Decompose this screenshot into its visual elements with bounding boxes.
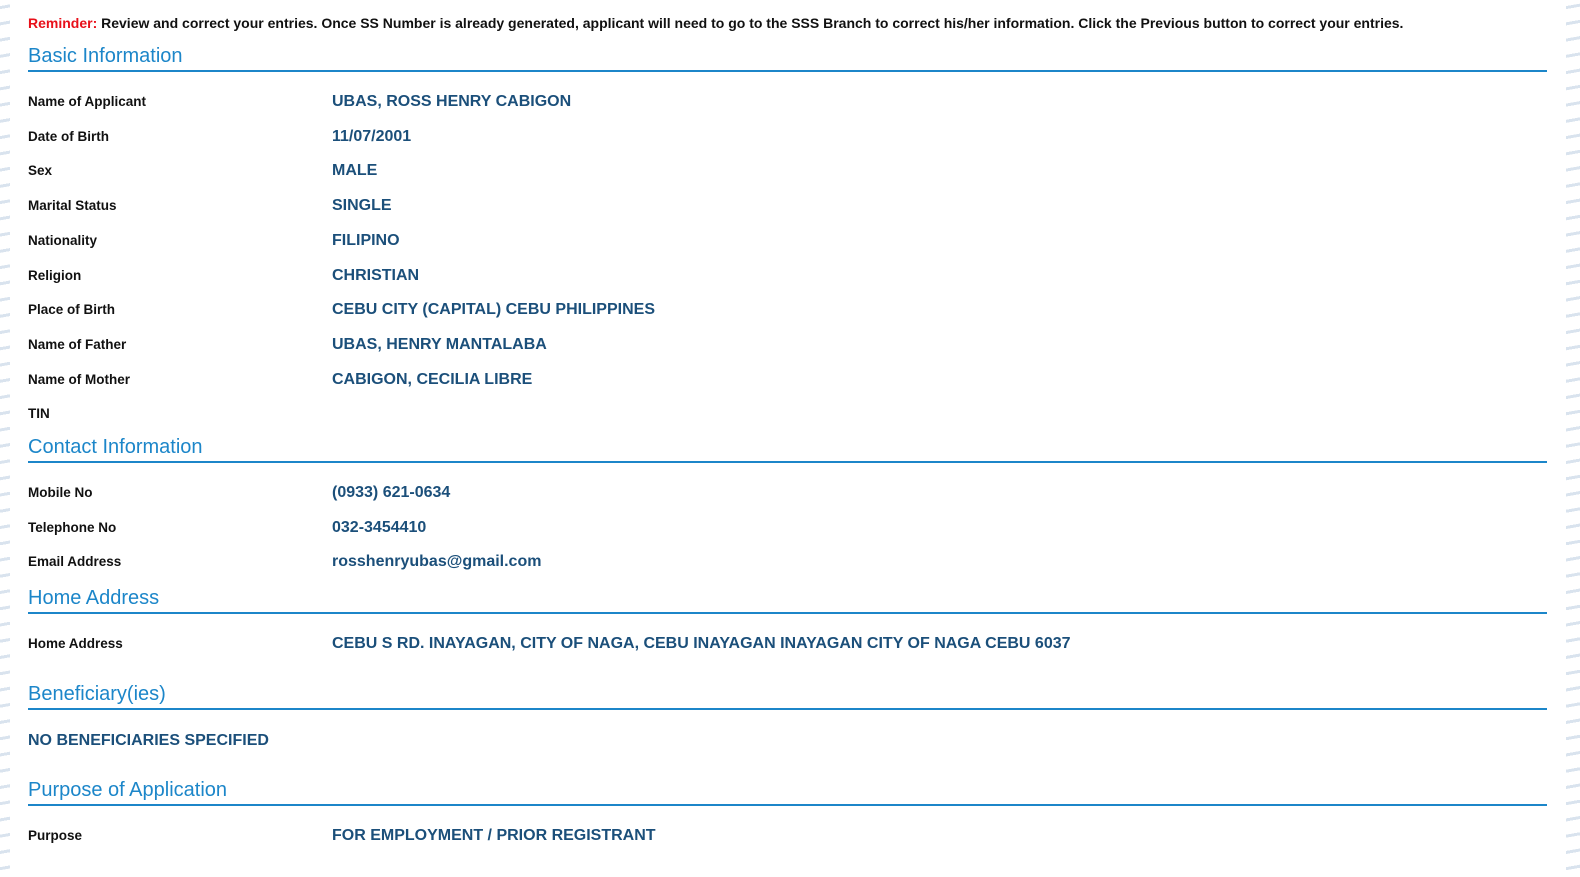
field-label: Religion (28, 268, 82, 283)
field-label: Name of Applicant (28, 94, 147, 109)
field-value: rosshenryubas@gmail.com (332, 553, 542, 570)
field-value: FOR EMPLOYMENT / PRIOR REGISTRANT (332, 827, 656, 844)
field-value: CHRISTIAN (332, 267, 420, 284)
field-label: Place of Birth (28, 302, 116, 317)
no-beneficiaries-text: NO BENEFICIARIES SPECIFIED (28, 732, 269, 749)
field-value: 032-3454410 (332, 519, 427, 536)
field-label: Email Address (28, 554, 122, 569)
field-label: Name of Father (28, 337, 127, 352)
field-row-nationality: Nationality FILIPINO (28, 230, 1547, 252)
section-title-contact-information: Contact Information (28, 435, 1547, 463)
field-label: Sex (28, 163, 53, 178)
field-row-date-of-birth: Date of Birth 11/07/2001 (28, 126, 1547, 148)
section-title-beneficiaries: Beneficiary(ies) (28, 682, 1547, 710)
reminder-notice: Reminder: Review and correct your entrie… (28, 15, 1403, 31)
field-row-purpose: Purpose FOR EMPLOYMENT / PRIOR REGISTRAN… (28, 825, 1547, 847)
field-value: SINGLE (332, 197, 392, 214)
field-label: Nationality (28, 233, 98, 248)
field-label: Telephone No (28, 520, 117, 535)
left-decorative-border (0, 0, 10, 877)
field-row-marital-status: Marital Status SINGLE (28, 195, 1547, 217)
field-value: UBAS, ROSS HENRY CABIGON (332, 93, 572, 110)
field-row-name-of-applicant: Name of Applicant UBAS, ROSS HENRY CABIG… (28, 91, 1547, 113)
section-title-purpose-of-application: Purpose of Application (28, 778, 1547, 806)
field-row-name-of-father: Name of Father UBAS, HENRY MANTALABA (28, 334, 1547, 356)
field-row-religion: Religion CHRISTIAN (28, 265, 1547, 287)
field-row-mobile-no: Mobile No (0933) 621-0634 (28, 482, 1547, 504)
field-row-sex: Sex MALE (28, 160, 1547, 182)
section-title-home-address: Home Address (28, 586, 1547, 614)
field-value: FILIPINO (332, 232, 400, 249)
field-label: Purpose (28, 828, 83, 843)
field-label: Name of Mother (28, 372, 131, 387)
field-row-name-of-mother: Name of Mother CABIGON, CECILIA LIBRE (28, 369, 1547, 391)
field-value: UBAS, HENRY MANTALABA (332, 336, 547, 353)
field-label: TIN (28, 406, 50, 421)
field-value: CEBU CITY (CAPITAL) CEBU PHILIPPINES (332, 301, 655, 318)
reminder-label: Reminder: (28, 15, 98, 31)
reminder-text: Review and correct your entries. Once SS… (97, 15, 1404, 31)
field-row-place-of-birth: Place of Birth CEBU CITY (CAPITAL) CEBU … (28, 299, 1547, 321)
field-row-email-address: Email Address rosshenryubas@gmail.com (28, 551, 1547, 573)
field-row-home-address: Home Address CEBU S RD. INAYAGAN, CITY O… (28, 633, 1547, 655)
field-label: Marital Status (28, 198, 117, 213)
field-value: CABIGON, CECILIA LIBRE (332, 371, 533, 388)
field-row-telephone-no: Telephone No 032-3454410 (28, 517, 1547, 539)
section-title-basic-information: Basic Information (28, 44, 1547, 72)
field-label: Mobile No (28, 485, 93, 500)
field-value: 11/07/2001 (332, 128, 412, 145)
field-label: Date of Birth (28, 129, 109, 144)
field-value: CEBU S RD. INAYAGAN, CITY OF NAGA, CEBU … (332, 635, 1071, 652)
right-decorative-border (1566, 0, 1580, 877)
field-value: MALE (332, 162, 378, 179)
field-label: Home Address (28, 636, 123, 651)
field-value: (0933) 621-0634 (332, 484, 451, 501)
field-row-tin: TIN (28, 403, 1547, 425)
